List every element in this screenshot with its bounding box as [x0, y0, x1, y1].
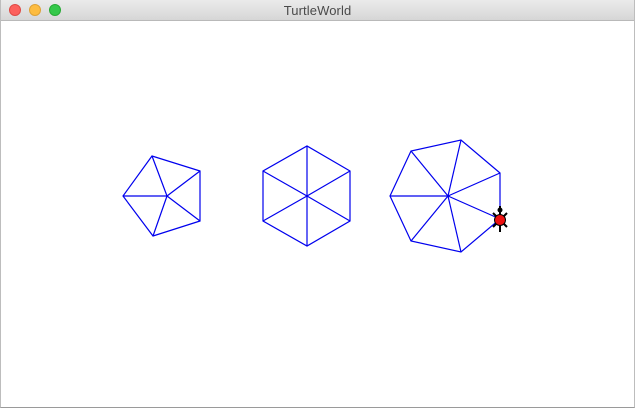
pentagon-spoke [152, 195, 168, 237]
window-title: TurtleWorld [283, 3, 352, 18]
heptagon-spoke [410, 195, 449, 242]
app-window: TurtleWorld [0, 0, 635, 408]
hexagon-spoke [306, 195, 351, 222]
heptagon-spoke [447, 195, 462, 253]
heptagon-spoke [447, 172, 501, 197]
heptagon-spoke [447, 195, 501, 220]
pentagon-pie [122, 155, 201, 237]
turtle-canvas[interactable] [1, 21, 634, 407]
hexagon-spoke [306, 170, 351, 197]
title-bar[interactable]: TurtleWorld [1, 0, 634, 21]
pentagon-spoke [151, 155, 168, 197]
drawing-surface [122, 139, 508, 253]
heptagon-spoke [447, 139, 462, 197]
heptagon-spoke [410, 150, 449, 197]
hexagon-pie [262, 145, 351, 247]
turtle-icon[interactable] [492, 206, 508, 232]
pentagon-spoke [166, 170, 201, 197]
pentagon-spoke [166, 195, 201, 222]
hexagon-spoke [262, 195, 308, 222]
heptagon-pie [389, 139, 501, 253]
hexagon-spoke [262, 170, 308, 197]
